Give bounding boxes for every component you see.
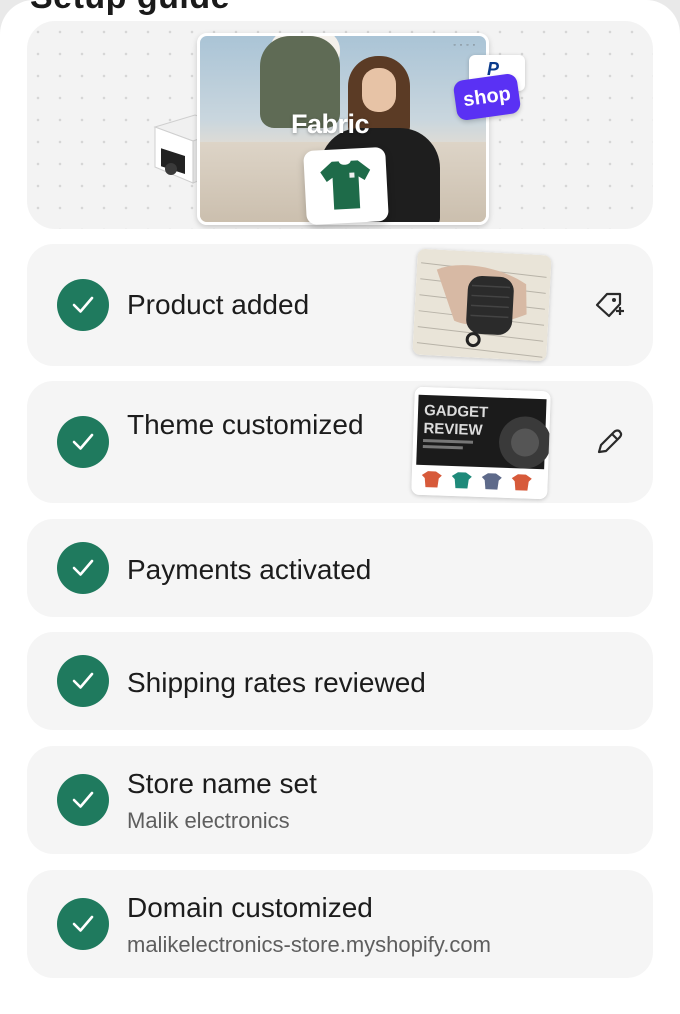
page-title: Setup guide xyxy=(30,0,230,17)
task-store-name-set[interactable]: Store name set Malik electronics xyxy=(27,746,653,854)
setup-guide-sheet: Setup guide ◦ ◦ ◦ ◦ Fabric xyxy=(0,0,680,1014)
task-product-added[interactable]: Product added xyxy=(27,244,653,366)
task-subtitle: Malik electronics xyxy=(127,808,290,833)
task-subtitle: malikelectronics-store.myshopify.com xyxy=(127,932,491,957)
hero-brand-label: Fabric xyxy=(291,109,370,139)
check-icon xyxy=(57,655,109,707)
task-title: Shipping rates reviewed xyxy=(127,667,426,698)
theme-headline-2: REVIEW xyxy=(423,420,484,439)
task-title: Theme customized xyxy=(127,409,364,440)
check-icon xyxy=(57,416,109,468)
task-title: Domain customized xyxy=(127,892,373,923)
pencil-icon[interactable] xyxy=(593,426,625,458)
product-thumbnail xyxy=(412,248,552,362)
theme-headline-1: GADGET xyxy=(424,402,489,421)
tshirt-icon xyxy=(320,160,371,210)
check-icon xyxy=(57,279,109,331)
photo-nav-dots: ◦ ◦ ◦ ◦ xyxy=(453,42,476,49)
shop-pay-badge: shop xyxy=(452,72,522,122)
task-domain-customized[interactable]: Domain customized malikelectronics-store… xyxy=(27,870,653,978)
task-title: Payments activated xyxy=(127,554,372,585)
check-icon xyxy=(57,774,109,826)
tshirt-product-card xyxy=(303,146,389,226)
theme-preview-thumbnail: GADGET REVIEW xyxy=(411,386,551,500)
hero-banner: ◦ ◦ ◦ ◦ Fabric P shop xyxy=(27,21,653,229)
tag-add-icon[interactable] xyxy=(593,289,625,321)
check-icon xyxy=(57,898,109,950)
check-icon xyxy=(57,542,109,594)
task-title: Product added xyxy=(127,289,310,320)
task-theme-customized[interactable]: Theme customized GADGET REVIEW xyxy=(27,381,653,503)
task-shipping-rates-reviewed[interactable]: Shipping rates reviewed xyxy=(27,632,653,730)
task-title: Store name set xyxy=(127,768,317,799)
task-payments-activated[interactable]: Payments activated xyxy=(27,519,653,617)
